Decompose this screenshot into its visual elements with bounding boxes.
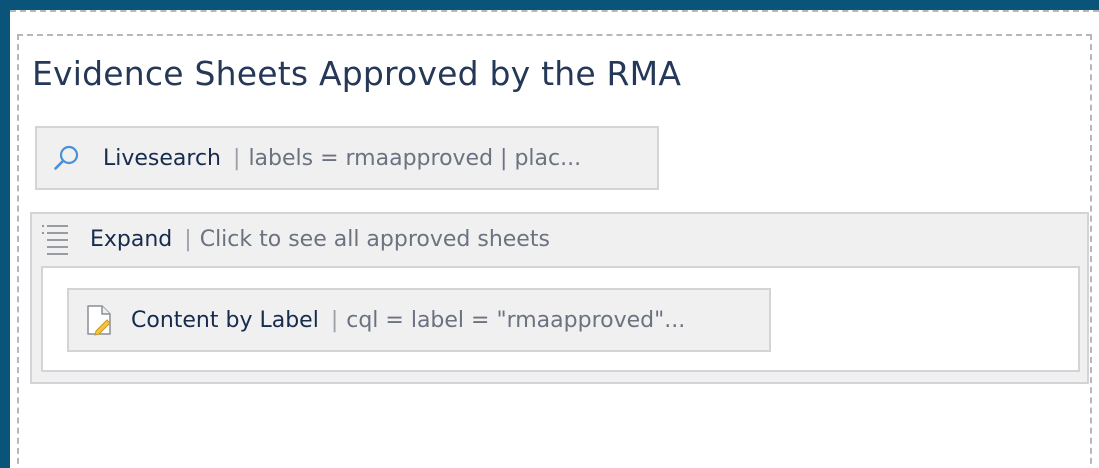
document-icon — [85, 304, 113, 336]
livesearch-macro[interactable]: Livesearch | labels = rmaapproved | plac… — [35, 126, 659, 190]
livesearch-macro-params: labels = rmaapproved | plac... — [248, 145, 582, 171]
expand-macro-body[interactable]: Content by Label | cql = label = "rmaapp… — [41, 266, 1080, 372]
page-title[interactable]: Evidence Sheets Approved by the RMA — [32, 54, 681, 93]
content-by-label-macro[interactable]: Content by Label | cql = label = "rmaapp… — [67, 288, 771, 352]
content-section: Evidence Sheets Approved by the RMA Live… — [17, 34, 1092, 468]
content-by-label-macro-params: cql = label = "rmaapproved"... — [346, 307, 686, 333]
expand-macro[interactable]: Expand | Click to see all approved sheet… — [30, 212, 1089, 384]
content-by-label-macro-name: Content by Label — [131, 307, 319, 333]
editor-frame: Evidence Sheets Approved by the RMA Live… — [10, 10, 1099, 468]
list-icon — [40, 222, 70, 256]
search-icon — [53, 144, 81, 172]
content-by-label-macro-separator: | — [330, 307, 339, 333]
livesearch-macro-name: Livesearch — [103, 145, 222, 171]
expand-macro-separator: | — [184, 226, 192, 252]
livesearch-macro-separator: | — [233, 145, 241, 171]
expand-macro-params: Click to see all approved sheets — [199, 226, 550, 252]
expand-macro-name: Expand — [90, 226, 173, 252]
expand-macro-header[interactable]: Expand | Click to see all approved sheet… — [40, 222, 550, 256]
